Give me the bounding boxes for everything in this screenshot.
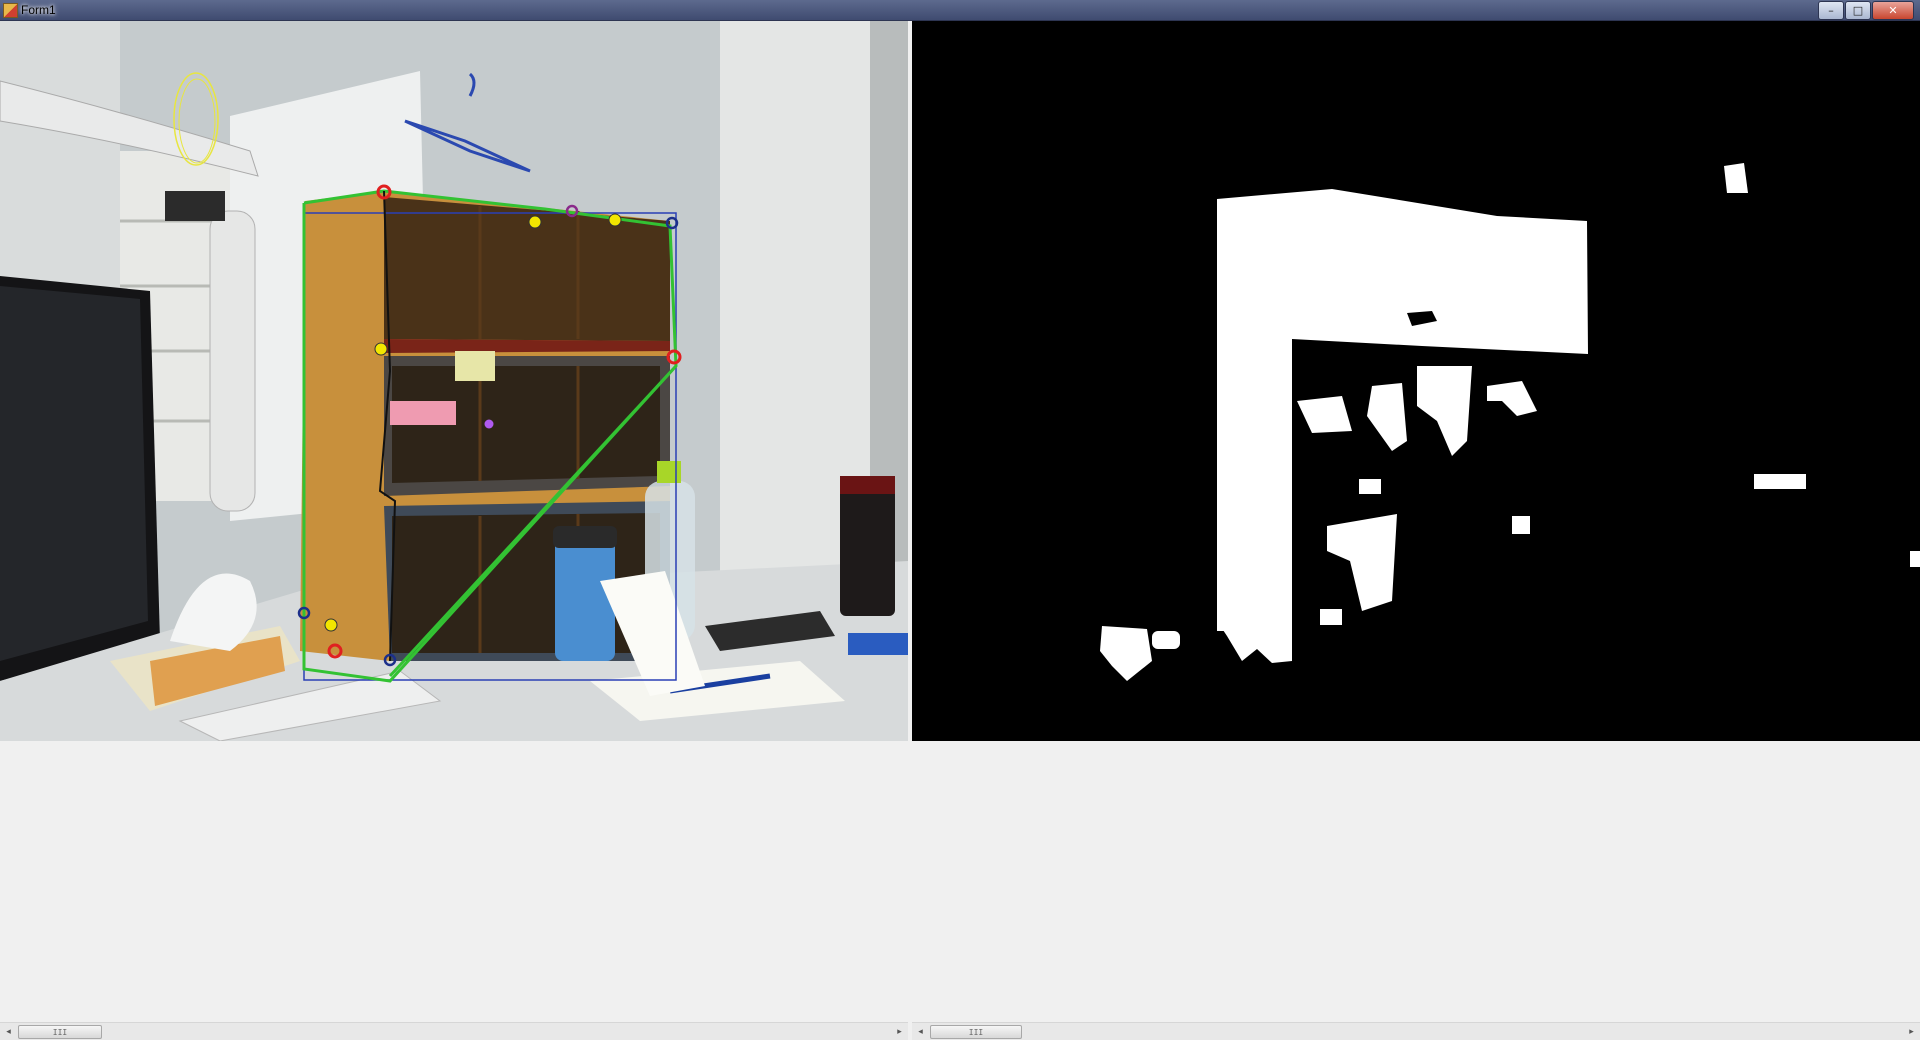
left-horizontal-scrollbar[interactable]: ◂ III ▸	[0, 1022, 908, 1040]
binary-mask-panel	[912, 21, 1920, 741]
scroll-thumb[interactable]: III	[18, 1025, 102, 1039]
window-title: Form1	[21, 3, 56, 17]
maximize-button[interactable]: □	[1845, 1, 1871, 20]
window-controls: – □ ✕	[1818, 1, 1914, 20]
scroll-thumb[interactable]: III	[930, 1025, 1022, 1039]
minimize-button[interactable]: –	[1818, 1, 1844, 20]
camera-image-panel	[0, 21, 908, 741]
close-button[interactable]: ✕	[1872, 1, 1914, 20]
app-icon	[3, 3, 18, 18]
camera-image	[0, 21, 908, 741]
scroll-right-arrow-icon[interactable]: ▸	[891, 1023, 908, 1040]
binary-mask-image	[912, 21, 1920, 741]
scroll-left-arrow-icon[interactable]: ◂	[0, 1023, 17, 1040]
scroll-left-arrow-icon[interactable]: ◂	[912, 1023, 929, 1040]
right-horizontal-scrollbar[interactable]: ◂ III ▸	[912, 1022, 1920, 1040]
scroll-right-arrow-icon[interactable]: ▸	[1903, 1023, 1920, 1040]
title-bar: Form1 – □ ✕	[0, 0, 1920, 21]
